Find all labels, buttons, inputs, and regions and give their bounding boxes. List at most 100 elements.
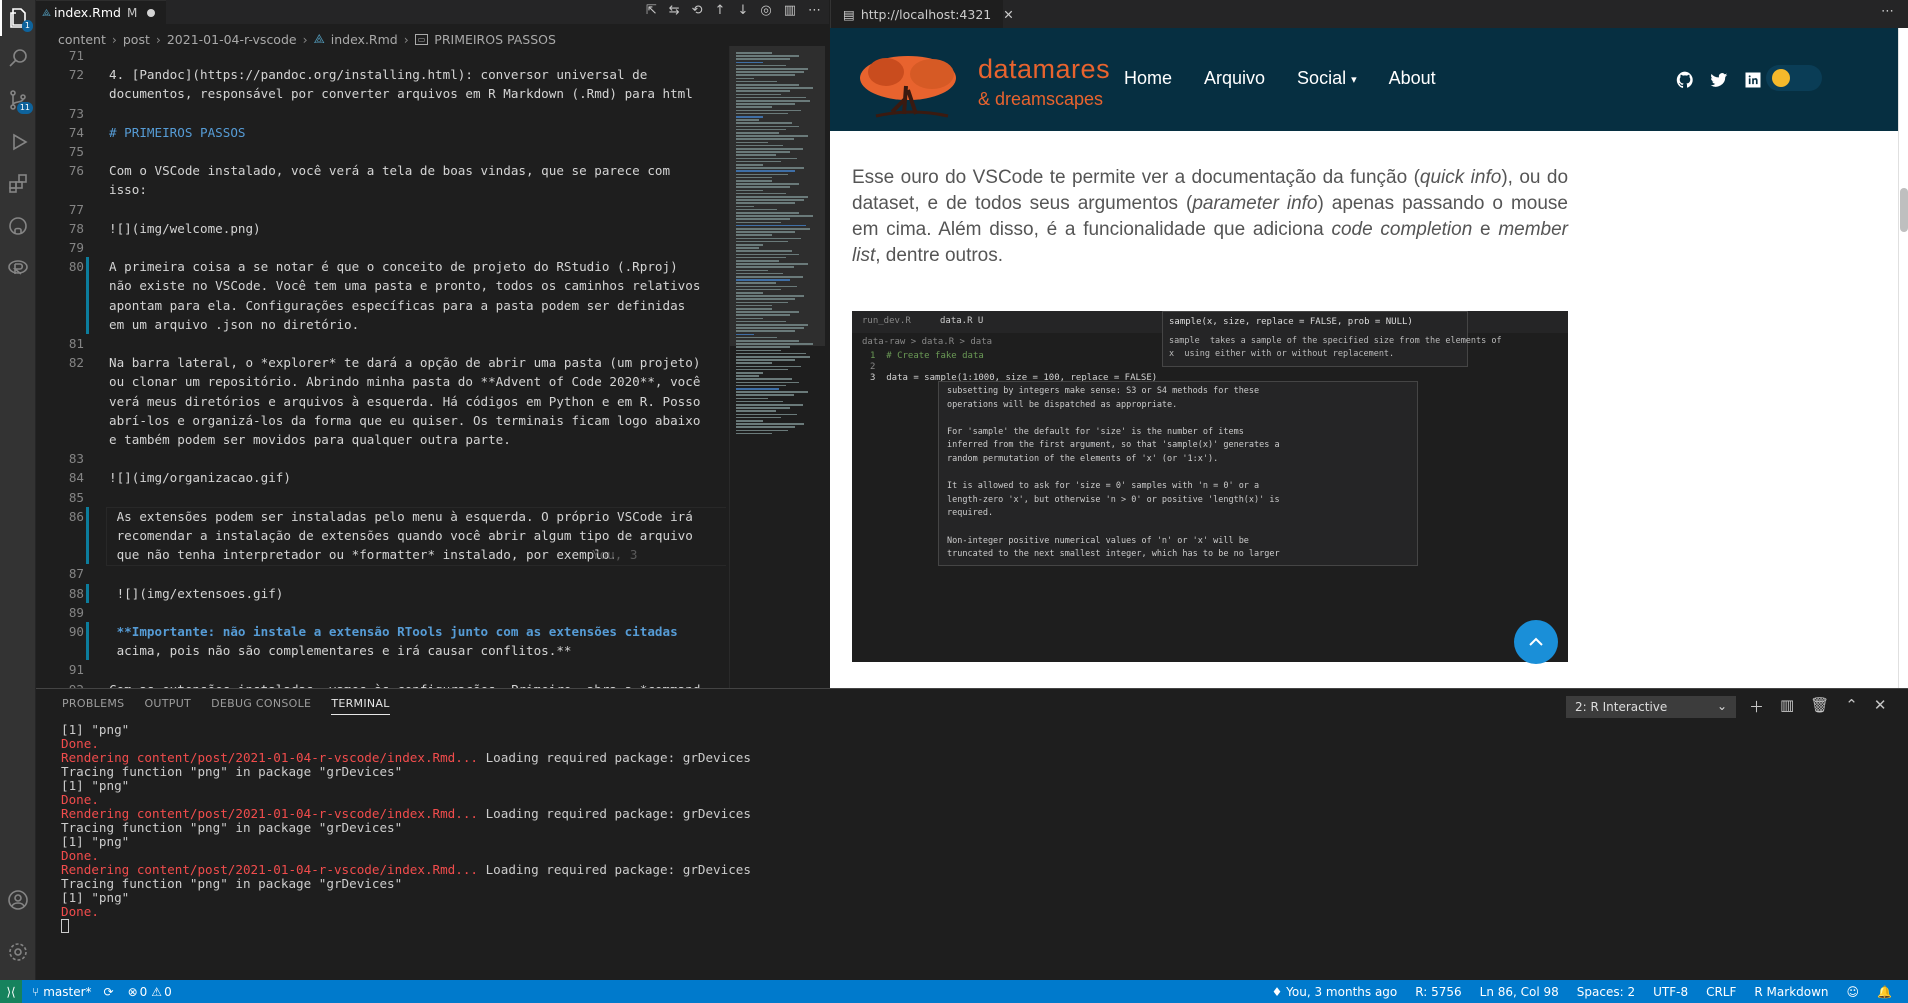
language-mode[interactable]: R Markdown bbox=[1754, 985, 1828, 999]
gif-doc-line: Non-integer positive numerical values of… bbox=[947, 535, 1249, 546]
github-icon[interactable] bbox=[0, 208, 36, 244]
tab-index-rmd[interactable]: ⟁ index.Rmd M bbox=[36, 0, 166, 24]
split-editor-icon[interactable]: ▥ bbox=[784, 3, 796, 18]
next-change-icon[interactable]: ↓ bbox=[737, 3, 748, 18]
terminal-select-value: 2: R Interactive bbox=[1575, 700, 1668, 714]
more-actions-icon[interactable]: ⋯ bbox=[808, 3, 821, 18]
tab-terminal[interactable]: TERMINAL bbox=[331, 697, 390, 715]
minimap[interactable] bbox=[729, 46, 829, 688]
panel-tabs: PROBLEMS OUTPUT DEBUG CONSOLE TERMINAL bbox=[62, 697, 390, 715]
remote-icon[interactable]: ⟩⟨ bbox=[0, 980, 22, 1003]
git-branch[interactable]: master* bbox=[43, 985, 91, 999]
terminal-line: Tracing function "png" in package "grDev… bbox=[61, 820, 403, 835]
close-icon[interactable]: ✕ bbox=[1003, 7, 1013, 22]
maximize-panel-icon[interactable]: ⌃ bbox=[1845, 696, 1858, 717]
terminal-select[interactable]: 2: R Interactive ⌄ bbox=[1566, 696, 1736, 718]
feedback-icon[interactable]: ☺ bbox=[1847, 985, 1860, 999]
previous-change-icon[interactable]: ↑ bbox=[715, 3, 726, 18]
end-of-line[interactable]: CRLF bbox=[1706, 985, 1736, 999]
git-change-marker[interactable] bbox=[86, 506, 89, 565]
close-panel-icon[interactable]: ✕ bbox=[1874, 696, 1887, 717]
minimap-line bbox=[736, 74, 795, 76]
trash-icon[interactable]: 🗑 bbox=[1810, 696, 1829, 717]
git-change-marker[interactable] bbox=[86, 622, 89, 661]
nav-home-link[interactable]: Home bbox=[1124, 68, 1172, 89]
minimap-line bbox=[736, 202, 795, 204]
breadcrumb-item[interactable]: PRIMEIROS PASSOS bbox=[434, 32, 556, 47]
indentation[interactable]: Spaces: 2 bbox=[1577, 985, 1635, 999]
terminal-line: Tracing function "png" in package "grDev… bbox=[61, 876, 403, 891]
minimap-line bbox=[736, 52, 772, 54]
line-number: 89 bbox=[68, 604, 84, 620]
minimap-line bbox=[736, 320, 786, 323]
minimap-line bbox=[736, 138, 794, 140]
nav-arquivo-link[interactable]: Arquivo bbox=[1204, 68, 1265, 89]
extensions-icon[interactable] bbox=[0, 166, 36, 202]
accounts-icon[interactable] bbox=[0, 882, 36, 918]
warning-count[interactable]: 0 bbox=[164, 985, 172, 999]
error-count[interactable]: 0 bbox=[140, 985, 148, 999]
run-debug-icon[interactable] bbox=[0, 124, 36, 160]
scroll-to-top-button[interactable] bbox=[1514, 620, 1558, 664]
nav-social-dropdown[interactable]: Social ▾ bbox=[1297, 68, 1357, 89]
encoding[interactable]: UTF-8 bbox=[1653, 985, 1688, 999]
code-editor[interactable]: 71 72 4. [Pandoc](https://pandoc.org/insta… bbox=[36, 46, 726, 688]
open-changes-icon[interactable]: ⇆ bbox=[669, 3, 680, 18]
tab-localhost-preview[interactable]: ▤ http://localhost:4321 ✕ bbox=[831, 0, 1014, 28]
warning-icon: ⚠ bbox=[151, 984, 163, 999]
minimap-line bbox=[736, 410, 776, 412]
minimap-line bbox=[736, 375, 759, 377]
code-line: Com o VSCode instalado, você verá a tela… bbox=[109, 163, 671, 179]
preview-scrollbar[interactable] bbox=[1898, 28, 1908, 688]
explorer-icon[interactable]: 1 bbox=[0, 0, 36, 36]
git-change-marker[interactable] bbox=[86, 583, 89, 603]
code-line: As extensões podem ser instaladas pelo m… bbox=[109, 508, 693, 524]
go-back-icon[interactable]: ⟲ bbox=[692, 3, 703, 18]
split-terminal-icon[interactable]: ▥ bbox=[1780, 696, 1794, 717]
git-change-marker[interactable] bbox=[86, 257, 89, 334]
editor-group: ⟁ index.Rmd M ⇱ ⇆ ⟲ ↑ ↓ ◎ ▥ ⋯ content › p… bbox=[36, 0, 829, 688]
settings-gear-icon[interactable] bbox=[0, 934, 36, 970]
minimap-line bbox=[736, 413, 798, 416]
notifications-bell-icon[interactable]: 🔔 bbox=[1877, 985, 1892, 999]
search-icon[interactable] bbox=[0, 40, 36, 76]
terminal-output[interactable]: [1] "png" Done. Rendering content/post/202… bbox=[61, 723, 751, 933]
unsaved-dot-icon[interactable] bbox=[147, 8, 156, 17]
run-icon[interactable]: ◎ bbox=[760, 3, 771, 18]
nav-about-link[interactable]: About bbox=[1389, 68, 1436, 89]
site-logo[interactable]: datamares & dreamscapes bbox=[856, 48, 1110, 118]
minimap-line bbox=[736, 154, 776, 156]
rmd-file-icon: ⟁ bbox=[313, 31, 325, 46]
theme-toggle[interactable] bbox=[1766, 65, 1822, 91]
tab-output[interactable]: OUTPUT bbox=[144, 697, 191, 715]
twitter-icon[interactable] bbox=[1709, 70, 1729, 90]
github-icon[interactable] bbox=[1675, 70, 1695, 90]
breadcrumb-item[interactable]: 2021-01-04-r-vscode bbox=[167, 32, 297, 47]
open-preview-icon[interactable]: ⇱ bbox=[646, 3, 657, 18]
r-session[interactable]: R: 5756 bbox=[1415, 985, 1461, 999]
breadcrumb-item[interactable]: index.Rmd bbox=[331, 32, 398, 47]
code-line: ou clonar um repositório. Abrindo minha … bbox=[109, 374, 701, 390]
cursor-position[interactable]: Ln 86, Col 98 bbox=[1480, 985, 1559, 999]
minimap-line bbox=[736, 151, 790, 153]
gif-breadcrumb: data-raw > data.R > data bbox=[862, 337, 993, 347]
new-terminal-icon[interactable]: ＋ bbox=[1749, 696, 1764, 717]
tab-problems[interactable]: PROBLEMS bbox=[62, 697, 124, 715]
tab-debug-console[interactable]: DEBUG CONSOLE bbox=[211, 697, 311, 715]
breadcrumb-item[interactable]: post bbox=[123, 32, 150, 47]
breadcrumb-item[interactable]: content bbox=[58, 32, 106, 47]
source-control-icon[interactable]: 11 bbox=[0, 82, 36, 118]
sync-icon[interactable]: ⟳ bbox=[104, 985, 114, 999]
linkedin-icon[interactable] bbox=[1743, 70, 1763, 90]
git-blame[interactable]: ♦ You, 3 months ago bbox=[1272, 985, 1398, 999]
more-actions-icon[interactable]: ⋯ bbox=[1881, 4, 1894, 19]
gif-doc-line: truncated to the next smallest integer, … bbox=[947, 549, 1280, 560]
code-line: Na barra lateral, o *explorer* te dará a… bbox=[109, 355, 701, 371]
terminal-prompt[interactable] bbox=[61, 919, 751, 933]
minimap-line bbox=[736, 237, 801, 240]
code-line: acima, pois não são complementares e irá… bbox=[109, 643, 572, 659]
r-extension-icon[interactable] bbox=[0, 250, 36, 286]
scrollbar-thumb[interactable] bbox=[1900, 188, 1908, 232]
minimap-line bbox=[736, 218, 790, 220]
minimap-line bbox=[736, 272, 783, 275]
